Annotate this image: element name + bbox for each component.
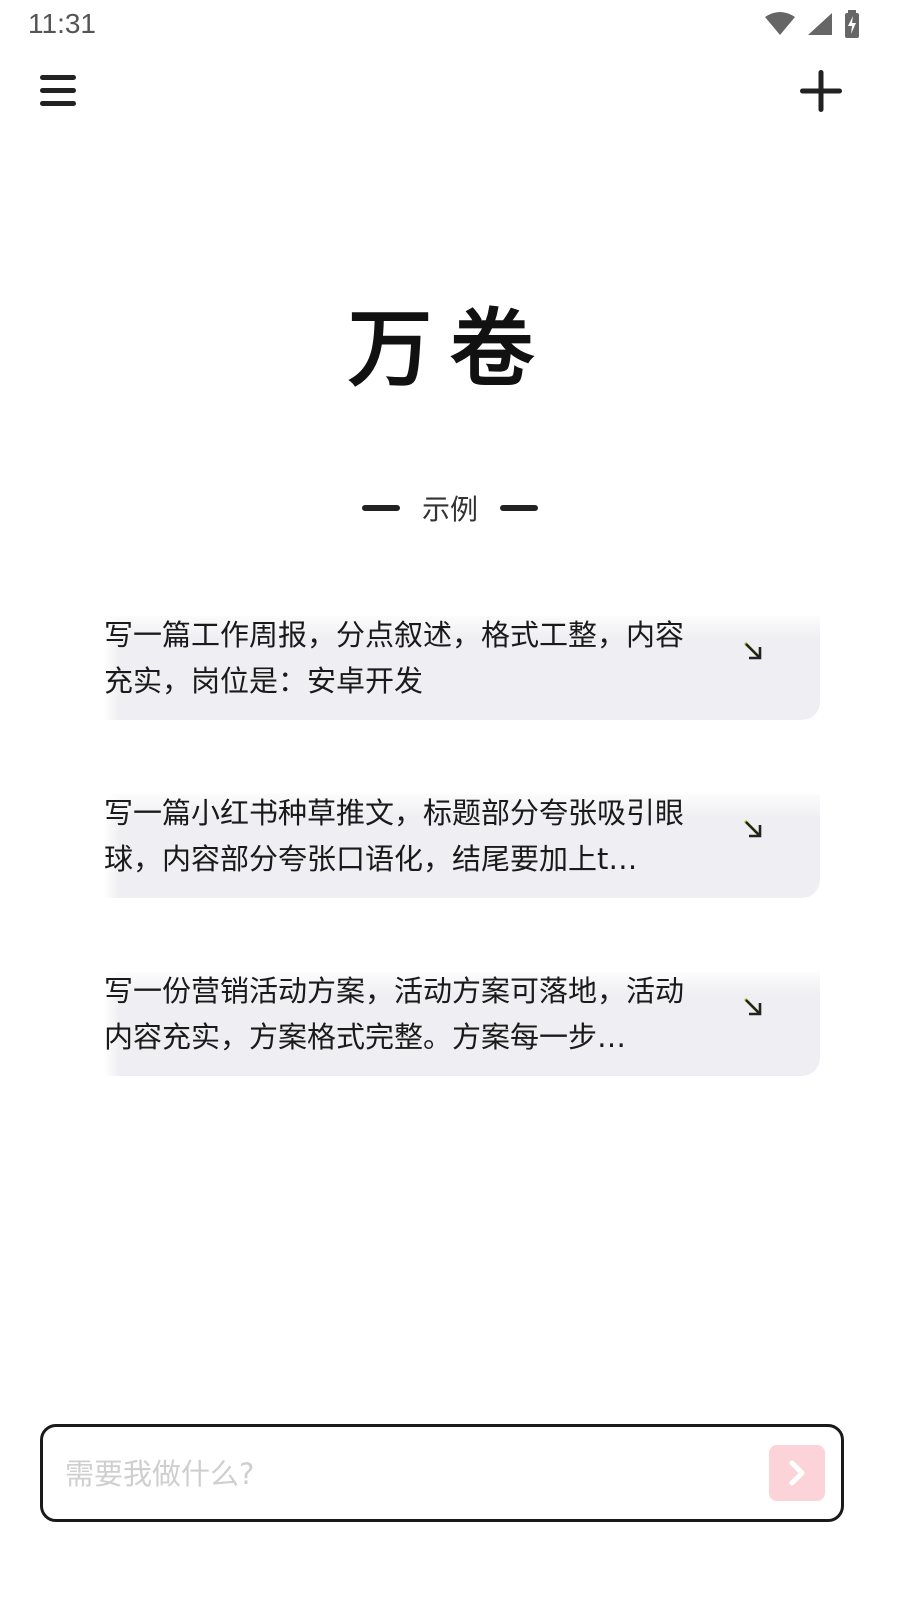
send-button[interactable] <box>769 1445 825 1501</box>
prompt-input[interactable] <box>63 1443 747 1505</box>
menu-button[interactable] <box>36 68 86 118</box>
plus-icon <box>800 70 842 112</box>
examples-label: 示例 <box>421 493 478 526</box>
example-card[interactable]: 写一篇工作周报，分点叙述，格式工整，内容充实，岗位是：安卓开发 <box>104 616 820 720</box>
wifi-icon <box>765 12 795 35</box>
arrow-down-right-icon <box>743 997 762 1016</box>
signal-icon <box>808 13 832 35</box>
example-card[interactable]: 写一篇小红书种草推文，标题部分夸张吸引眼球，内容部分夸张口语化，结尾要加上t… <box>104 794 820 898</box>
status-time: 11:31 <box>28 8 96 39</box>
left-dash-divider <box>361 505 400 511</box>
examples-header: 示例 <box>0 488 900 528</box>
example-card-text: 写一篇工作周报，分点叙述，格式工整，内容充实，岗位是：安卓开发 <box>104 618 685 698</box>
example-card-text: 写一份营销活动方案，活动方案可落地，活动内容充实，方案格式完整。方案每一步… <box>104 974 685 1054</box>
chevron-right-icon <box>789 1460 805 1486</box>
app-screen: 11:31 万卷 示例 写一篇工作周报，分点叙述，格式工整，内容充实，岗位是：安… <box>0 0 900 1600</box>
status-icons <box>764 10 860 38</box>
arrow-down-right-icon <box>743 819 762 838</box>
status-bar: 11:31 <box>0 0 900 50</box>
right-dash-divider <box>500 505 538 511</box>
app-title: 万卷 <box>347 299 552 398</box>
new-chat-button[interactable] <box>794 64 848 118</box>
example-card[interactable]: 写一份营销活动方案，活动方案可落地，活动内容充实，方案格式完整。方案每一步… <box>104 972 820 1076</box>
battery-icon <box>845 10 859 38</box>
prompt-input-bar <box>40 1424 844 1522</box>
arrow-down-right-icon <box>743 641 762 660</box>
example-card-text: 写一篇小红书种草推文，标题部分夸张吸引眼球，内容部分夸张口语化，结尾要加上t… <box>104 796 685 876</box>
hamburger-menu-icon <box>40 75 76 106</box>
